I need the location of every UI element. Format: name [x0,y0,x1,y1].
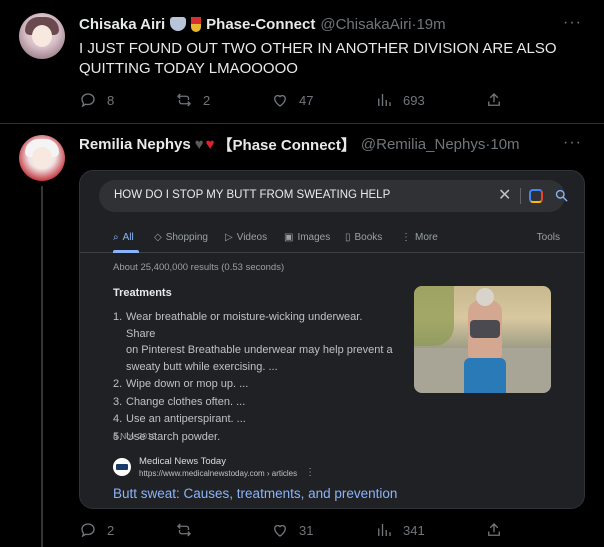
tab-books: ▯ Books [345,232,383,243]
timestamp[interactable]: 10m [490,136,519,153]
photo-top [470,320,500,338]
snippet-photo [414,286,551,393]
like-button[interactable]: 31 [271,521,313,539]
google-tabs: ⌕ All ◇ Shopping ▷ Videos ▣ Images ▯ Books ⋮ M… [80,227,584,253]
repost-button[interactable]: 2 [175,91,210,109]
affiliation-name[interactable]: 【Phase Connect】 [218,134,356,155]
views-icon [378,524,391,536]
user-handle[interactable]: @Remilia_Nephys [361,136,485,153]
image-icon: ▣ [284,232,294,243]
tab-images: ▣ Images [284,232,331,243]
tab-shopping: ◇ Shopping [154,232,208,243]
share-button[interactable] [485,91,503,109]
reply-button[interactable]: 2 [79,521,114,539]
search-icon: ⌕ [113,232,119,243]
avatar[interactable] [19,135,65,181]
source-text: Medical News Today https://www.medicalne… [139,456,297,478]
tweet-actions: 8 2 47 693 [79,90,509,110]
google-lens-icon [529,189,543,203]
reply-icon [81,523,95,538]
display-name[interactable]: Chisaka Airi [79,16,165,33]
play-icon: ▷ [225,232,233,243]
timestamp[interactable]: 19m [416,16,445,33]
treatment-list: 1. Wear breathable or moisture-wicking u… [113,309,393,446]
tweet-text-line: I JUST FOUND OUT TWO OTHER IN ANOTHER DI… [79,40,557,57]
reply-count: 2 [107,522,115,538]
tweet-chisaka[interactable]: Chisaka Airi Phase-Connect @ChisakaAiri … [0,0,604,124]
tag-icon: ◇ [154,232,162,243]
more-options-icon[interactable]: ··· [563,14,582,32]
list-item: 2. Wipe down or mop up. ... [113,378,249,390]
google-search-bar: HOW DO I STOP MY BUTT FROM SWEATING HELP… [99,180,568,212]
heart-icon [274,524,286,537]
list-item: 1. Wear breathable or moisture-wicking u… [113,311,393,373]
search-query: HOW DO I STOP MY BUTT FROM SWEATING HELP [114,189,391,201]
more-options-icon[interactable]: ··· [563,134,582,152]
active-tab-indicator [113,250,139,253]
more-vertical-icon: ⋮ [305,466,316,478]
tweet-header: Chisaka Airi Phase-Connect @ChisakaAiri … [79,14,446,34]
list-item: 4. Use an antiperspirant. ... [113,413,246,425]
tweet-remilia[interactable]: Remilia Nephys ♥ ♥ 【Phase Connect】 @Remi… [0,124,604,547]
display-name[interactable]: Remilia Nephys [79,136,191,153]
share-icon [488,93,500,106]
views-count: 341 [403,522,425,538]
source-name: Medical News Today [139,456,226,467]
share-icon [488,523,500,536]
like-count: 31 [299,522,314,538]
photo-shorts [464,358,506,393]
result-title-link: Butt sweat: Causes, treatments, and prev… [113,486,398,501]
affiliation-name[interactable]: Phase-Connect [206,16,315,33]
divider [520,188,521,204]
results-count: About 25,400,000 results (0.53 seconds) [113,262,285,273]
more-vertical-icon: ⋮ [401,232,411,243]
tweet-text: I JUST FOUND OUT TWO OTHER IN ANOTHER DI… [79,39,579,79]
like-button[interactable]: 47 [271,91,313,109]
medal-emoji-icon [191,16,202,32]
result-source: Medical News Today https://www.medicalne… [113,456,315,478]
views-button[interactable]: 341 [375,521,425,539]
tools-link: Tools [536,232,560,243]
tab-videos: ▷ Videos [225,232,268,243]
reply-icon [81,93,95,108]
tweet-text-line: QUITTING TODAY LMAOOOOO [79,60,298,77]
clear-icon: ✕ [498,187,512,204]
book-icon: ▯ [345,232,351,243]
wolf-emoji-icon [170,17,187,31]
tab-more: ⋮ More [401,232,438,243]
snippet-heading: Treatments [113,287,172,299]
reply-count: 8 [107,92,115,108]
repost-icon [177,93,191,107]
repost-button[interactable] [175,521,203,539]
views-count: 693 [403,92,425,108]
like-count: 47 [299,92,314,108]
black-heart-icon: ♥ [194,135,204,153]
search-icon [554,188,569,208]
avatar-face [32,147,52,169]
list-item: 3. Change clothes often. ... [113,395,246,408]
thread-line [41,186,43,547]
avatar-face [32,25,52,47]
source-url: https://www.medicalnewstoday.com › artic… [139,469,298,478]
snippet-date: 4 Nov 2019 [113,431,157,441]
share-button[interactable] [485,521,503,539]
attached-image[interactable]: HOW DO I STOP MY BUTT FROM SWEATING HELP… [79,170,585,509]
tweet-header: Remilia Nephys ♥ ♥ 【Phase Connect】 @Remi… [79,134,520,154]
views-button[interactable]: 693 [375,91,425,109]
repost-icon [177,523,191,537]
photo-head [476,288,494,306]
photo-tree [414,286,454,346]
tab-all: ⌕ All [113,232,134,243]
site-favicon-icon [113,458,131,476]
user-handle[interactable]: @ChisakaAiri [320,16,411,33]
tweet-actions: 2 31 341 [79,520,509,540]
avatar[interactable] [19,13,65,59]
repost-count: 2 [203,92,211,108]
views-icon [378,94,391,106]
heart-icon [274,94,286,107]
reply-button[interactable]: 8 [79,91,114,109]
red-heart-icon: ♥ [205,135,215,153]
